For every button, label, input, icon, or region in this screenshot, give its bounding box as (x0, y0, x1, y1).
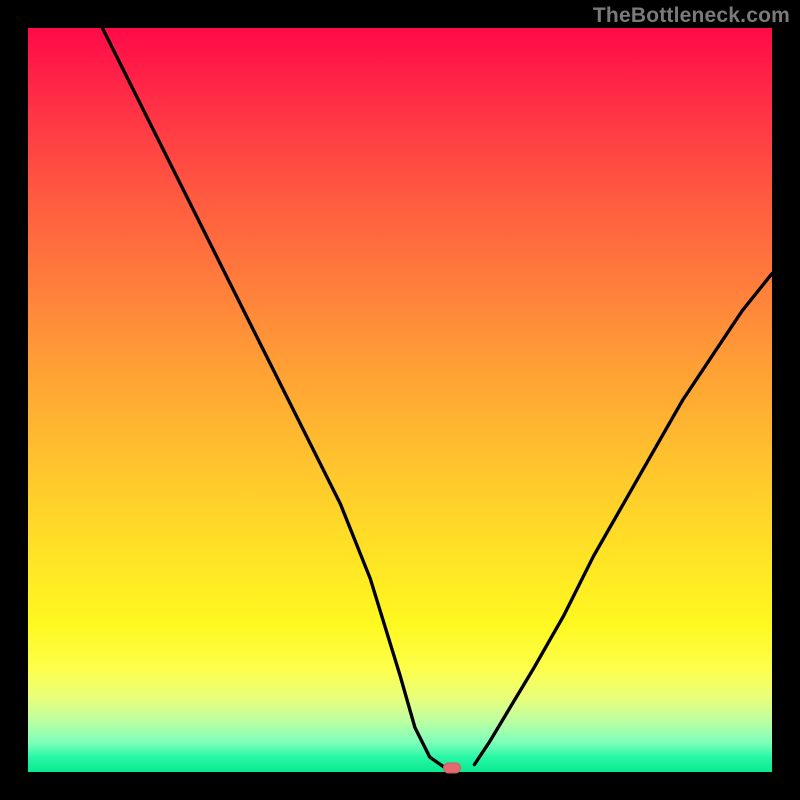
watermark-text: TheBottleneck.com (593, 4, 790, 28)
bottleneck-curve-right (474, 274, 772, 765)
chart-stage: TheBottleneck.com (0, 0, 800, 800)
plot-area (28, 28, 772, 772)
optimum-marker (443, 763, 461, 774)
bottleneck-curve-left (102, 28, 444, 768)
curve-svg (28, 28, 772, 772)
